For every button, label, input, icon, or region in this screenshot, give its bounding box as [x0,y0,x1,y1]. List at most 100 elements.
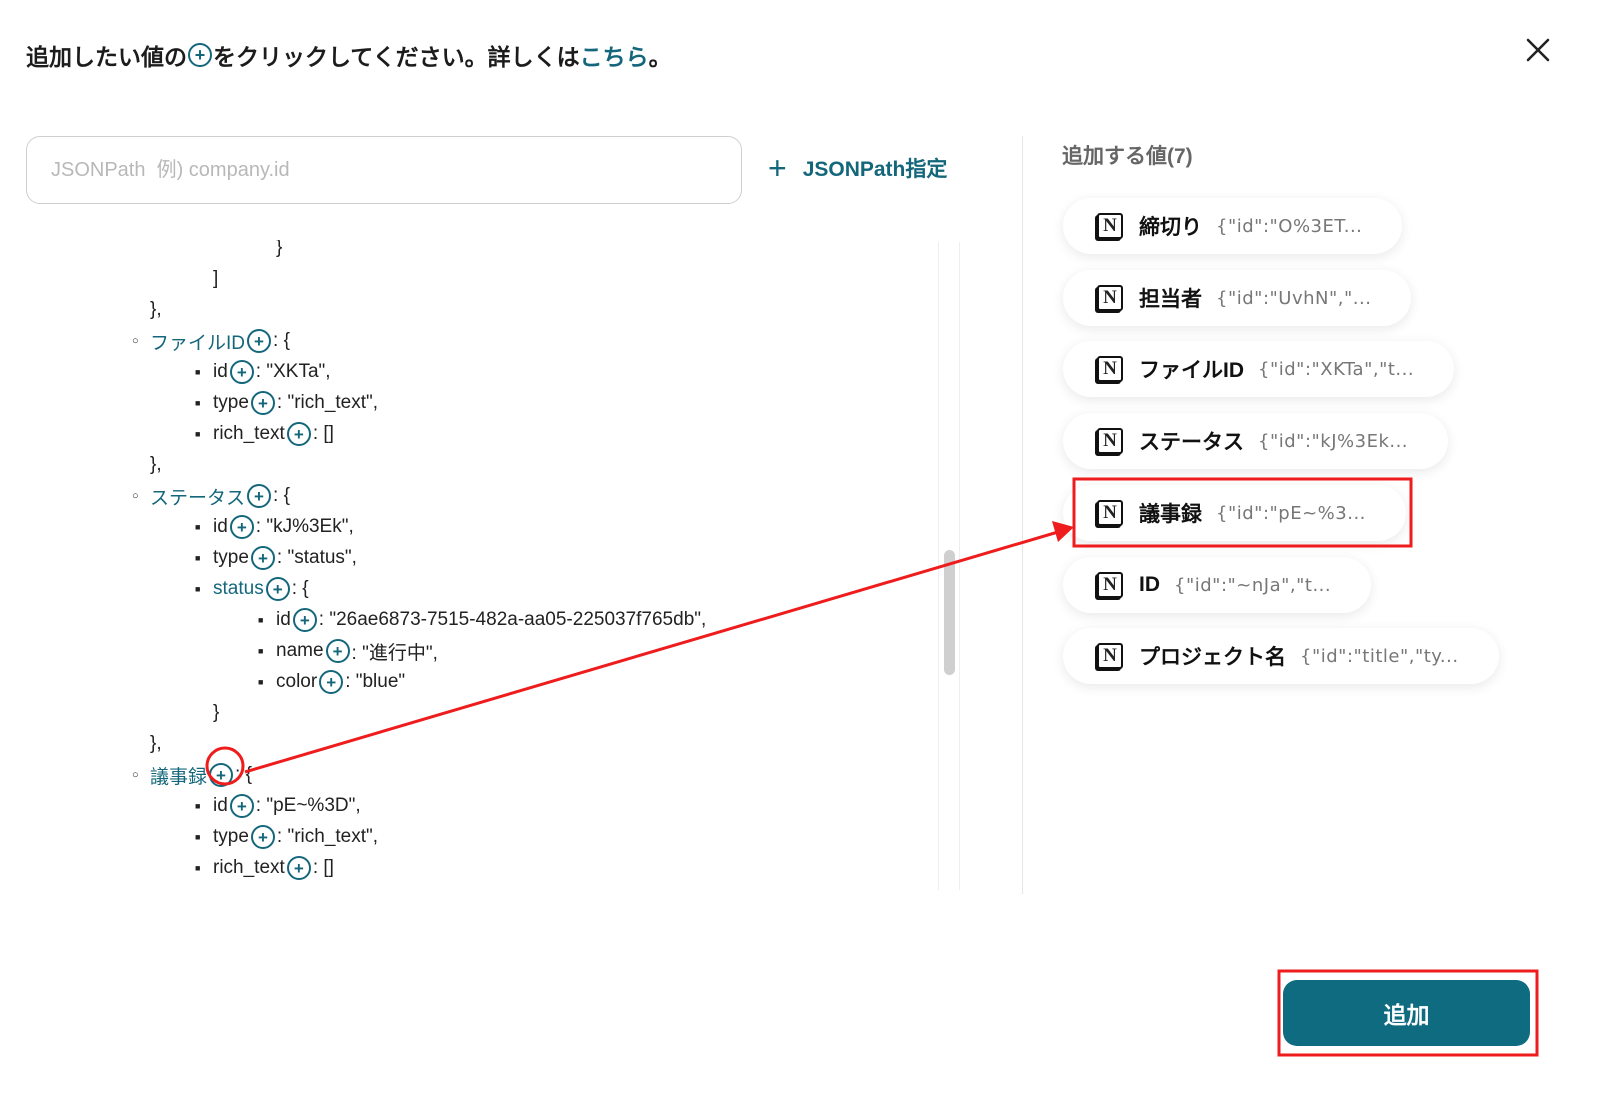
bullet-icon: ■ [195,863,201,873]
add-value-plus-icon[interactable]: + [247,484,272,508]
tree-value: : "XKTa", [255,361,331,382]
tree-scrollbar-thumb[interactable] [944,550,955,675]
notion-icon: N [1097,572,1123,598]
selected-value-chip[interactable]: N プロジェクト名 {"id":"title","ty... [1063,628,1499,684]
selected-value-chip[interactable]: N ステータス {"id":"kJ%3Ek... [1063,413,1449,469]
tree-key: rich_text [213,423,285,444]
tree-line: ○ ファイルID +: { [132,327,290,355]
tree-value: : "rich_text", [276,392,379,413]
json-tree: }]}, ○ ファイルID +: {■ id +: "XKTa", ■ type +: "ric… [0,240,936,890]
selected-value-chip[interactable]: N 締切り {"id":"O%3ET... [1063,198,1403,254]
instruction-part: 追加したい値の [26,44,187,70]
tree-value: : { [273,485,290,506]
tree-value: : "pE~%3D", [255,795,361,816]
tree-line: ■ id +: "XKTa", [195,358,331,386]
chip-label: 議事録 [1139,503,1202,526]
tree-value: : { [235,764,252,785]
tree-value: : "進行中", [351,642,438,664]
tree-value: : "status", [276,547,357,568]
chip-value: {"id":"pE~%3... [1216,502,1366,524]
tree-value: : { [291,578,309,599]
chip-value: {"id":"O%3ET... [1216,215,1363,237]
bullet-icon: ■ [195,832,201,842]
chip-label: プロジェクト名 [1139,646,1286,669]
tree-value: : "blue" [345,671,406,692]
add-value-plus-icon[interactable]: + [229,794,254,818]
selected-value-chip[interactable]: N 担当者 {"id":"UvhN","... [1063,270,1412,326]
bullet-icon: ■ [195,367,201,377]
tree-line: ■ type +: "rich_text", [195,389,379,417]
tree-key: type [213,826,249,847]
close-icon[interactable] [1520,32,1556,68]
bullet-icon: ■ [195,553,201,563]
add-value-plus-icon[interactable]: + [229,515,254,539]
add-value-plus-icon[interactable]: + [250,546,275,570]
tree-value: : { [273,330,290,351]
bullet-icon: ○ [132,490,139,502]
add-value-plus-icon[interactable]: + [250,825,275,849]
chip-value: {"id":"UvhN","... [1216,287,1372,309]
tree-line: ■ color +: "blue" [258,668,406,696]
tree-line: }, [150,885,162,890]
tree-value: : "26ae6873-7515-482a-aa05-225037f765db"… [318,609,707,630]
tree-key: rich_text [213,857,285,878]
instruction-text: 追加したい値の + をクリックしてください。詳しくは こちら 。 [26,38,672,72]
add-value-plus-icon[interactable]: + [229,360,254,384]
tree-line: }, [150,296,162,324]
notion-icon: N [1097,500,1123,526]
bullet-icon: ■ [258,646,264,656]
add-value-plus-icon[interactable]: + [286,422,311,446]
jsonpath-search-input[interactable] [26,136,742,204]
chip-label: 担当者 [1139,288,1202,311]
tree-line: ■ id +: "pE~%3D", [195,792,361,820]
tree-key: ステータス [150,487,246,509]
add-value-plus-icon[interactable]: + [247,329,272,353]
tree-line: ○ 議事録 +: { [132,761,252,789]
bullet-icon: ■ [195,584,201,594]
add-value-plus-icon[interactable]: + [265,577,290,601]
add-value-plus-icon[interactable]: + [209,763,234,787]
bullet-icon: ○ [132,335,139,347]
tree-key: ファイルID [150,332,246,354]
tree-line: ■ rich_text +: [] [195,854,334,882]
help-link[interactable]: こちら [580,38,649,72]
add-button[interactable]: 追加 [1283,980,1530,1046]
tree-line: ] [213,265,218,293]
tree-line: ○ ステータス +: { [132,482,290,510]
chip-label: ファイルID [1139,359,1244,382]
chip-label: ID [1139,573,1160,596]
brace-text: } [276,240,283,258]
tree-line: ■ rich_text +: [] [195,420,334,448]
add-value-plus-icon[interactable]: + [292,608,317,632]
notion-icon: N [1097,213,1123,239]
tree-key: type [213,547,249,568]
plus-circle-icon: + [188,43,212,67]
plus-icon: + [768,150,787,186]
selected-value-chip[interactable]: N ファイルID {"id":"XKTa","t... [1063,341,1455,397]
selected-value-chip[interactable]: N 議事録 {"id":"pE~%3... [1063,485,1406,541]
bullet-icon: ■ [195,522,201,532]
brace-text: }, [150,454,162,475]
tree-key: id [213,516,228,537]
jsonpath-specify-button[interactable]: + JSONPath指定 [768,152,947,184]
tree-line: ■ type +: "rich_text", [195,823,378,851]
tree-value: : "kJ%3Ek", [255,516,354,537]
chip-value: {"id":"title","ty... [1300,645,1459,667]
tree-line: ■ name +: "進行中", [258,637,438,665]
add-value-plus-icon[interactable]: + [286,856,311,880]
notion-icon: N [1097,285,1123,311]
selected-value-chip[interactable]: N ID {"id":"~nJa","t... [1063,557,1372,613]
add-value-plus-icon[interactable]: + [325,639,350,663]
tree-key: color [276,671,318,692]
tree-line: ■ status +: { [195,575,309,603]
brace-text: } [213,702,220,723]
bullet-icon: ■ [195,801,201,811]
brace-text: }, [150,733,162,754]
panel-divider [1022,136,1023,894]
tree-key: 議事録 [150,766,208,788]
add-value-plus-icon[interactable]: + [250,391,275,415]
instruction-part: をクリックしてください。詳しくは [213,44,580,70]
add-value-plus-icon[interactable]: + [319,670,344,694]
brace-text: ] [213,268,219,289]
tree-line: ■ id +: "26ae6873-7515-482a-aa05-225037f76… [258,606,707,634]
